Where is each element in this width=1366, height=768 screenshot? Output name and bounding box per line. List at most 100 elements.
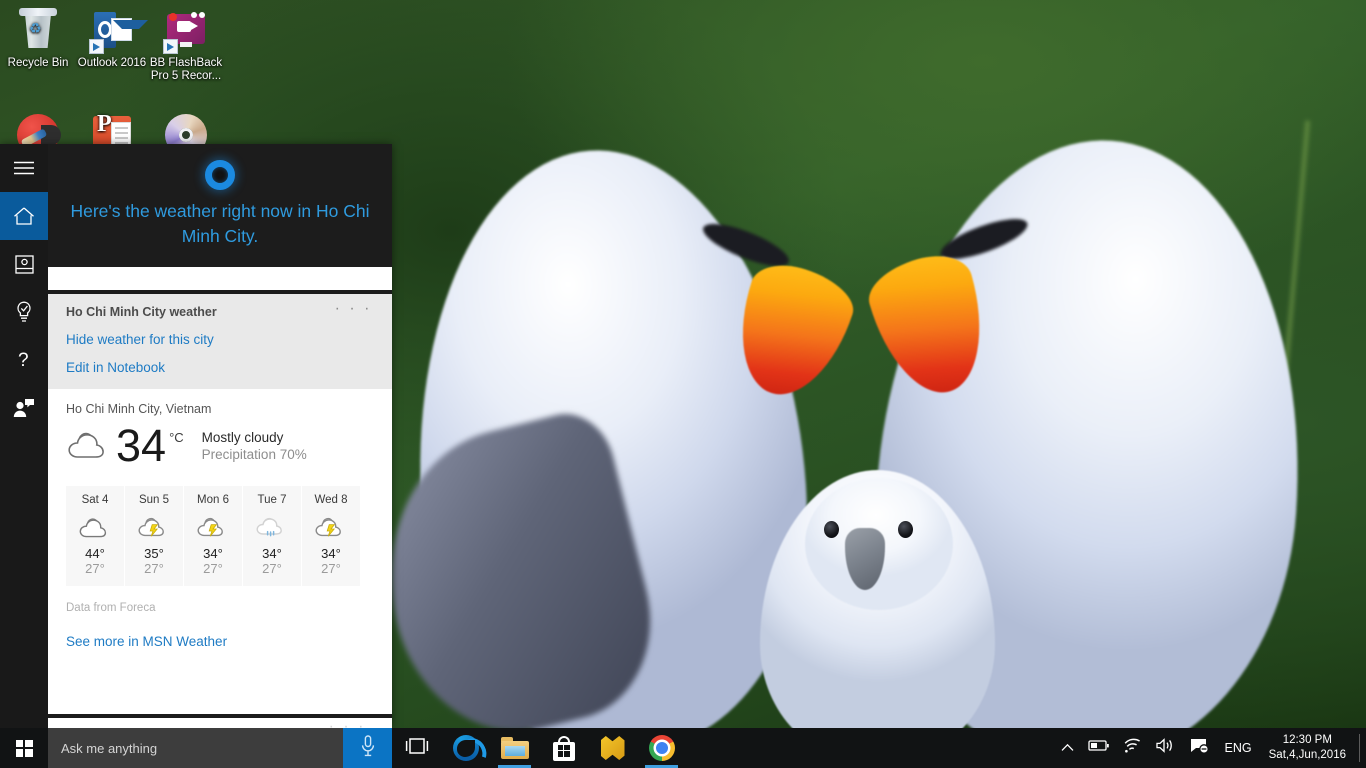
cortana-content: Here's the weather right now in Ho Chi M… xyxy=(48,144,392,728)
lightbulb-icon xyxy=(15,301,33,323)
current-condition-text: Mostly cloudy Precipitation 70% xyxy=(202,429,307,463)
search-input-placeholder: Ask me anything xyxy=(61,740,158,756)
taskbar-search-box[interactable]: Ask me anything xyxy=(48,728,343,768)
temperature-unit: °C xyxy=(169,430,184,445)
taskbar-task-view-button[interactable] xyxy=(392,728,441,768)
home-icon xyxy=(13,206,35,226)
cortana-help-button[interactable]: ? xyxy=(0,336,48,384)
cortana-greeting-area: Here's the weather right now in Ho Chi M… xyxy=(48,144,392,267)
microphone-icon xyxy=(361,734,375,762)
cortana-hamburger-button[interactable] xyxy=(0,144,48,192)
outlook-icon xyxy=(89,8,148,54)
shortcut-overlay-icon xyxy=(89,39,104,54)
weather-data-source: Data from Foreca xyxy=(66,602,156,614)
forecast-day[interactable]: Wed 8 34° 27° xyxy=(302,486,360,586)
desktop-icon-bb-flashback[interactable]: BB FlashBack Pro 5 Recor... xyxy=(148,4,224,83)
hide-weather-link[interactable]: Hide weather for this city xyxy=(66,332,374,347)
desktop-icon-outlook-2016[interactable]: Outlook 2016 xyxy=(74,4,150,70)
forecast-day[interactable]: Sun 5 35° 27° xyxy=(125,486,183,586)
edit-in-notebook-link[interactable]: Edit in Notebook xyxy=(66,360,374,375)
cortana-notebook-button[interactable] xyxy=(0,240,48,288)
forecast-day[interactable]: Sat 4 44° 27° xyxy=(66,486,124,586)
clock[interactable]: 12:30 PM Sat,4,Jun,2016 xyxy=(1261,733,1357,763)
taskbar[interactable]: Ask me anything ENG 12:30 PM Sat,4,Jun,2… xyxy=(0,728,1366,768)
cortana-greeting-text: Here's the weather right now in Ho Chi M… xyxy=(70,201,370,246)
desktop[interactable]: ♻ Recycle Bin Outlook 2016 BB FlashBack … xyxy=(0,0,1366,768)
next-card-peek[interactable]: · · · xyxy=(48,714,392,728)
action-center-button[interactable] xyxy=(1183,728,1216,768)
condition-label: Mostly cloudy xyxy=(201,430,284,445)
forecast-day[interactable]: Tue 7 34° 27° xyxy=(243,486,301,586)
weather-card[interactable]: Ho Chi Minh City weather · · · Hide weat… xyxy=(48,294,392,728)
desktop-icon-recycle-bin[interactable]: ♻ Recycle Bin xyxy=(0,4,76,70)
desktop-icon-label: BB FlashBack Pro 5 Recor... xyxy=(149,57,223,82)
cortana-navigation-rail: ? xyxy=(0,144,48,728)
battery-button[interactable] xyxy=(1081,728,1116,768)
cortana-panel[interactable]: ? Here's the weather right now in Ho Chi… xyxy=(0,144,392,728)
chrome-icon xyxy=(648,735,675,761)
weather-location: Ho Chi Minh City, Vietnam xyxy=(66,402,212,416)
yellow-app-icon xyxy=(600,736,625,760)
store-bag-icon xyxy=(552,735,575,761)
current-conditions-row: 34 °C Mostly cloudy Precipitation 70% xyxy=(66,422,374,470)
notebook-icon xyxy=(14,254,34,274)
cortana-microphone-button[interactable] xyxy=(343,728,392,768)
desktop-icon-label: Recycle Bin xyxy=(7,57,69,69)
recycle-bin-icon: ♻ xyxy=(15,8,61,54)
clock-date: Sat,4,Jun,2016 xyxy=(1268,749,1346,761)
forecast-low: 27° xyxy=(321,561,341,576)
weather-card-overflow-button[interactable]: · · · xyxy=(333,301,374,317)
forecast-day-label: Sun 5 xyxy=(138,494,170,506)
cortana-home-button[interactable] xyxy=(0,192,48,240)
cortana-ring-icon xyxy=(205,160,235,190)
desktop-icon-area: ♻ Recycle Bin Outlook 2016 BB FlashBack … xyxy=(0,0,400,160)
cortana-reminders-button[interactable] xyxy=(0,288,48,336)
cortana-feedback-button[interactable] xyxy=(0,384,48,432)
show-desktop-button[interactable] xyxy=(1359,734,1360,762)
folder-icon xyxy=(500,737,529,759)
taskbar-google-chrome-button[interactable] xyxy=(637,728,686,768)
wifi-icon xyxy=(1123,738,1142,758)
action-center-icon xyxy=(1190,737,1209,759)
forecast-high: 44° xyxy=(85,546,105,561)
rain-icon xyxy=(243,512,301,542)
clock-time: 12:30 PM xyxy=(1282,734,1332,746)
forecast-high: 34° xyxy=(321,546,341,561)
forecast-low: 27° xyxy=(144,561,164,576)
feedback-person-icon xyxy=(13,398,35,418)
bb-flashback-icon xyxy=(163,8,209,54)
cortana-result-strip xyxy=(48,267,392,290)
weather-card-header: Ho Chi Minh City weather · · · Hide weat… xyxy=(48,294,392,389)
see-more-msn-weather-link[interactable]: See more in MSN Weather xyxy=(66,634,374,649)
forecast-high: 34° xyxy=(203,546,223,561)
volume-button[interactable] xyxy=(1149,728,1183,768)
current-temperature: 34 xyxy=(116,420,167,471)
thunderstorm-icon xyxy=(302,512,360,542)
speaker-icon xyxy=(1155,738,1176,758)
chick-left-eye xyxy=(824,521,839,538)
language-indicator[interactable]: ENG xyxy=(1216,741,1261,755)
forecast-day-label: Wed 8 xyxy=(314,494,348,506)
forecast-day[interactable]: Mon 6 34° 27° xyxy=(184,486,242,586)
windows-logo-icon xyxy=(15,739,33,757)
forecast-row: Sat 4 44° 27° Sun 5 35° 27° Mon 6 34° 27° Tue 7 34… xyxy=(66,486,374,586)
start-button[interactable] xyxy=(0,728,48,768)
weather-card-title: Ho Chi Minh City weather xyxy=(66,305,217,319)
taskbar-file-explorer-button[interactable] xyxy=(490,728,539,768)
svg-text:?: ? xyxy=(18,350,29,371)
weather-card-body: Ho Chi Minh City, Vietnam 34 °C Mostly c… xyxy=(48,389,392,586)
cloudy-icon xyxy=(66,512,124,542)
taskbar-pinned-app-button[interactable] xyxy=(588,728,637,768)
cloudy-icon xyxy=(66,427,114,466)
precipitation-label: Precipitation 70% xyxy=(201,447,307,462)
show-hidden-icons-button[interactable] xyxy=(1054,728,1081,768)
forecast-low: 27° xyxy=(203,561,223,576)
taskbar-microsoft-edge-button[interactable] xyxy=(441,728,490,768)
network-button[interactable] xyxy=(1116,728,1149,768)
taskbar-microsoft-store-button[interactable] xyxy=(539,728,588,768)
edge-icon xyxy=(452,735,479,761)
forecast-high: 35° xyxy=(144,546,164,561)
forecast-low: 27° xyxy=(85,561,105,576)
forecast-high: 34° xyxy=(262,546,282,561)
question-mark-icon: ? xyxy=(17,349,31,371)
